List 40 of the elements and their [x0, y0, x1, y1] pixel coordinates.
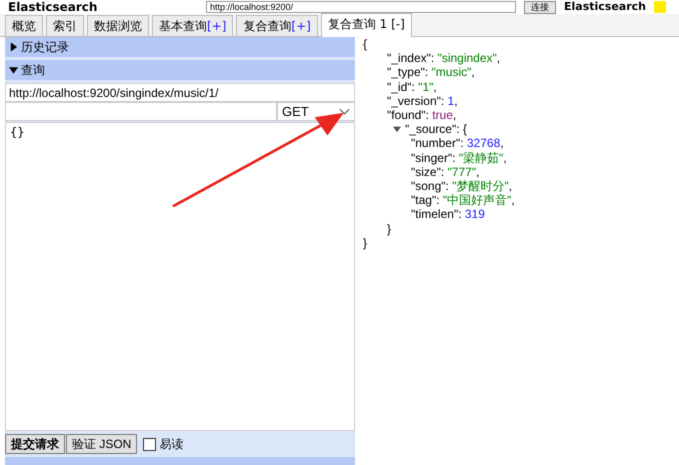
action-button[interactable]: 验证 JSON — [66, 434, 138, 454]
tab[interactable]: 复合查询 1 [-] — [320, 13, 412, 37]
json-line: "tag": "中国好声音", — [410, 193, 515, 208]
section-header[interactable]: 查询 — [5, 60, 355, 80]
app-title: Elasticsearch — [8, 0, 98, 14]
tab[interactable]: 索引 — [46, 15, 84, 36]
request-body-field[interactable]: {} — [5, 122, 355, 431]
method-select[interactable]: GET — [277, 102, 355, 121]
tab[interactable]: 基本查询[+] — [152, 15, 234, 36]
status-badge — [654, 1, 666, 13]
cluster-name: Elasticsearch — [564, 0, 646, 14]
path-field[interactable] — [5, 102, 277, 121]
section-header[interactable]: 历史记录 — [5, 37, 355, 57]
url-field[interactable]: http://localhost:9200/ — [206, 1, 516, 13]
action-button[interactable]: 提交请求 — [5, 434, 65, 454]
json-line: "number": 32768, — [410, 136, 504, 151]
section-title: 历史记录 — [21, 38, 69, 56]
checkbox[interactable] — [143, 438, 156, 450]
connect-button[interactable]: 连接 — [524, 0, 556, 14]
section-title: 查询 — [21, 62, 45, 78]
json-line: "found": true, — [386, 108, 456, 122]
json-line: "timelen": 319 — [410, 207, 485, 222]
checkbox-label: 易读 — [159, 436, 184, 452]
chevron-icon — [339, 108, 350, 116]
json-brace: { — [363, 37, 368, 52]
json-line: "size": "777", — [410, 164, 480, 180]
json-line: "_source": { — [405, 122, 467, 136]
tab[interactable]: 复合查询[+] — [236, 15, 318, 36]
json-line: "_index": "singindex", — [386, 51, 500, 66]
tab[interactable]: 数据浏览 — [87, 15, 149, 36]
json-line: "_type": "music", — [386, 65, 475, 80]
tab[interactable]: 概览 — [5, 15, 43, 36]
json-line: "_id": "1", — [386, 80, 437, 94]
json-line: "_version": 1, — [386, 94, 458, 108]
json-line: "singer": "梁静茹", — [410, 150, 507, 165]
json-brace: } — [363, 236, 368, 250]
url-field[interactable]: http://localhost:9200/singindex/music/1/ — [5, 83, 355, 102]
json-brace: } — [386, 222, 392, 236]
collapse-icon[interactable] — [393, 125, 401, 134]
json-line: "song": "梦醒时分", — [410, 179, 512, 194]
